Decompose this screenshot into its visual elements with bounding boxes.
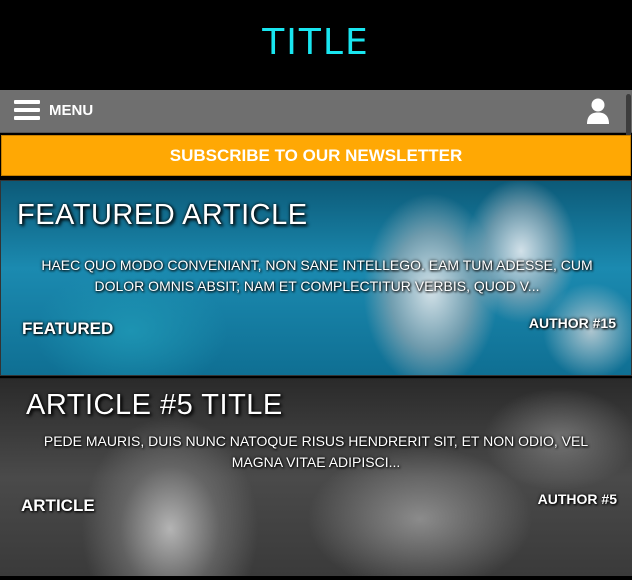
article-author[interactable]: AUTHOR #5 [538,491,617,507]
newsletter-subscribe-button[interactable]: SUBSCRIBE TO OUR NEWSLETTER [1,135,631,176]
nav-bar: MENU [0,90,632,133]
article-tag: FEATURED [22,319,114,338]
article-card[interactable]: ARTICLE #5 TITLE PEDE MAURIS, DUIS NUNC … [0,378,632,576]
article-title[interactable]: ARTICLE #5 TITLE [26,389,283,422]
article-excerpt: HAEC QUO MODO CONVENIANT, NON SANE INTEL… [41,257,593,294]
user-icon[interactable] [586,97,610,125]
article-excerpt: PEDE MAURIS, DUIS NUNC NATOQUE RISUS HEN… [43,433,589,470]
site-header: TITLE [0,0,632,90]
featured-article-card[interactable]: FEATURED ARTICLE HAEC QUO MODO CONVENIAN… [0,180,632,376]
article-title[interactable]: FEATURED ARTICLE [17,199,308,232]
site-title[interactable]: TITLE [262,22,369,63]
article-author[interactable]: AUTHOR #15 [529,315,616,331]
article-tag: ARTICLE [21,496,95,515]
menu-label[interactable]: MENU [49,102,93,119]
hamburger-icon[interactable] [14,100,40,120]
